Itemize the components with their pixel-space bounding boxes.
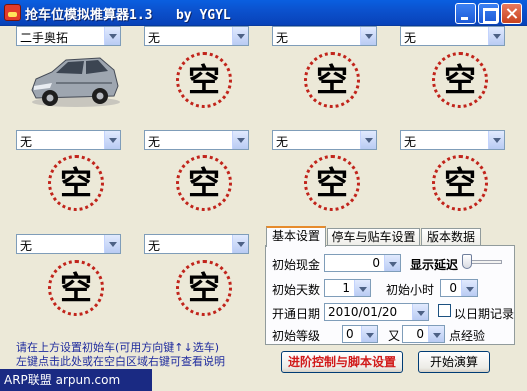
spinner-icon[interactable] — [461, 280, 477, 296]
chevron-down-icon[interactable] — [232, 235, 248, 253]
initial-cash-value: 0 — [372, 256, 380, 270]
chevron-down-icon[interactable] — [360, 131, 376, 149]
show-delay-label: 显示延迟 — [410, 258, 459, 272]
initial-hours-input[interactable]: 0 — [440, 279, 478, 297]
initial-level-label: 初始等级 — [272, 329, 321, 343]
start-date-value: 2010/01/20 — [328, 305, 398, 319]
empty-slot-5[interactable]: 空 — [48, 155, 104, 211]
empty-slot-label: 空 — [59, 164, 92, 202]
initial-days-value: 1 — [342, 281, 350, 295]
initial-days-input[interactable]: 1 — [324, 279, 371, 297]
chevron-down-icon[interactable] — [488, 131, 504, 149]
slot-5-car-value: 无 — [20, 135, 33, 149]
empty-slot-label: 空 — [187, 269, 220, 307]
empty-slot-label: 空 — [315, 61, 348, 99]
start-calculation-button[interactable]: 开始演算 — [418, 351, 490, 373]
empty-slot-3[interactable]: 空 — [304, 52, 360, 108]
tab-basic-settings[interactable]: 基本设置 — [266, 226, 326, 247]
chevron-down-icon[interactable] — [360, 27, 376, 45]
slot-8-car-value: 无 — [404, 135, 417, 149]
empty-slot-8[interactable]: 空 — [432, 155, 488, 211]
start-date-label: 开通日期 — [272, 307, 321, 321]
chevron-down-icon[interactable] — [104, 27, 120, 45]
spinner-icon[interactable] — [354, 280, 370, 296]
slot-4-car-value: 无 — [404, 31, 417, 45]
record-by-date-checkbox[interactable] — [438, 304, 451, 317]
slot-6-car-value: 无 — [148, 135, 161, 149]
empty-slot-label: 空 — [59, 269, 92, 307]
slot-8-car-select[interactable]: 无 — [400, 130, 505, 150]
spinner-icon[interactable] — [384, 255, 400, 271]
empty-slot-label: 空 — [443, 164, 476, 202]
empty-slot-2[interactable]: 空 — [176, 52, 232, 108]
initial-cash-input[interactable]: 0 — [324, 254, 401, 272]
slot-1-car-value: 二手奥拓 — [20, 31, 69, 45]
empty-slot-10[interactable]: 空 — [176, 260, 232, 316]
experience-input[interactable]: 0 — [402, 325, 445, 343]
chevron-down-icon[interactable] — [488, 27, 504, 45]
chevron-down-icon[interactable] — [104, 131, 120, 149]
empty-slot-6[interactable]: 空 — [176, 155, 232, 211]
slot-2-car-select[interactable]: 无 — [144, 26, 249, 46]
empty-slot-9[interactable]: 空 — [48, 260, 104, 316]
slot-7-car-value: 无 — [276, 135, 289, 149]
slot-7-car-select[interactable]: 无 — [272, 130, 377, 150]
experience-value: 0 — [416, 327, 424, 341]
empty-slot-label: 空 — [187, 61, 220, 99]
empty-slot-label: 空 — [443, 61, 476, 99]
initial-days-label: 初始天数 — [272, 283, 321, 297]
initial-level-value: 0 — [346, 327, 354, 341]
maximize-button[interactable] — [478, 3, 499, 24]
and-label: 又 — [388, 329, 401, 343]
chevron-down-icon[interactable] — [232, 27, 248, 45]
slot-9-car-select[interactable]: 无 — [16, 234, 121, 254]
slot-6-car-select[interactable]: 无 — [144, 130, 249, 150]
slot-3-car-value: 无 — [276, 31, 289, 45]
app-icon — [4, 4, 21, 21]
slot-10-car-select[interactable]: 无 — [144, 234, 249, 254]
initial-hours-label: 初始小时 — [386, 283, 435, 297]
initial-hours-value: 0 — [449, 281, 457, 295]
chevron-down-icon[interactable] — [412, 304, 428, 320]
empty-slot-4[interactable]: 空 — [432, 52, 488, 108]
close-button[interactable] — [501, 3, 522, 24]
slot-5-car-select[interactable]: 无 — [16, 130, 121, 150]
initial-level-select[interactable]: 0 — [342, 325, 378, 343]
instructions-line-2[interactable]: 左键点击此处或在空白区域右键可查看说明 — [16, 353, 225, 369]
advanced-settings-button[interactable]: 进阶控制与脚本设置 — [281, 351, 403, 373]
slot-9-car-value: 无 — [20, 239, 33, 253]
window-title: 抢车位模拟推算器1.3 by YGYL — [25, 8, 231, 23]
empty-slot-label: 空 — [187, 164, 220, 202]
record-by-date-label[interactable]: 以日期记录 — [454, 305, 514, 322]
delay-slider-thumb[interactable] — [462, 254, 472, 269]
title-bar[interactable]: 抢车位模拟推算器1.3 by YGYL — [0, 0, 527, 26]
car-image[interactable] — [26, 52, 122, 110]
slot-1-car-select[interactable]: 二手奥拓 — [16, 26, 121, 46]
chevron-down-icon[interactable] — [361, 326, 377, 342]
empty-slot-7[interactable]: 空 — [304, 155, 360, 211]
slot-10-car-value: 无 — [148, 239, 161, 253]
chevron-down-icon[interactable] — [104, 235, 120, 253]
minimize-button[interactable] — [455, 3, 476, 24]
initial-cash-label: 初始现金 — [272, 258, 321, 272]
slot-2-car-value: 无 — [148, 31, 161, 45]
slot-3-car-select[interactable]: 无 — [272, 26, 377, 46]
chevron-down-icon[interactable] — [232, 131, 248, 149]
empty-slot-label: 空 — [315, 164, 348, 202]
slot-4-car-select[interactable]: 无 — [400, 26, 505, 46]
brand-link[interactable]: ARP联盟 arpun.com — [0, 369, 152, 391]
spinner-icon[interactable] — [428, 326, 444, 342]
experience-label: 点经验 — [449, 329, 486, 343]
start-date-picker[interactable]: 2010/01/20 — [324, 303, 429, 321]
delay-slider-track[interactable] — [468, 260, 502, 264]
